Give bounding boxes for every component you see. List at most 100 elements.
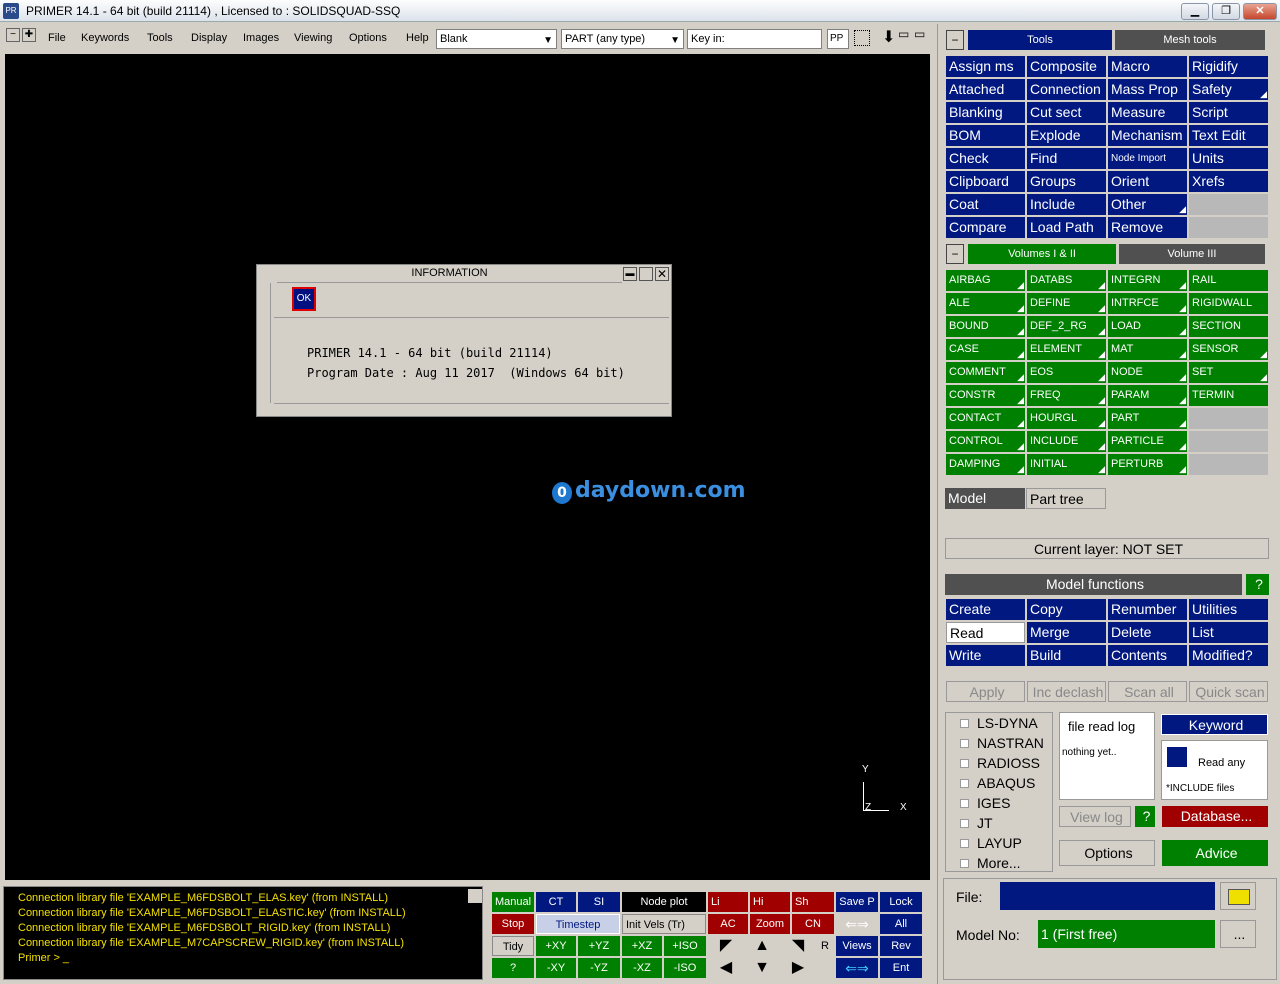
dialog-scroll-left[interactable] — [259, 283, 271, 403]
plus-xz-button[interactable]: +XZ — [622, 936, 662, 956]
action-scan-all[interactable]: Scan all — [1108, 681, 1187, 702]
kw-case[interactable]: CASE — [946, 339, 1025, 360]
cn-button[interactable]: CN — [792, 914, 834, 934]
mf-contents[interactable]: Contents — [1108, 645, 1187, 666]
tool-bom[interactable]: BOM — [946, 125, 1025, 146]
minus-yz-button[interactable]: -YZ — [578, 958, 620, 978]
pin-icon[interactable]: ⬇ — [882, 27, 895, 47]
plus-xy-button[interactable]: +XY — [536, 936, 576, 956]
close-button[interactable]: ✕ — [1243, 3, 1277, 20]
read-log-help-button[interactable]: ? — [1135, 806, 1155, 827]
tab-volume-3[interactable]: Volume III — [1119, 244, 1265, 264]
kw-param[interactable]: PARAM — [1108, 385, 1187, 406]
mf-create[interactable]: Create — [946, 599, 1025, 620]
kw-mat[interactable]: MAT — [1108, 339, 1187, 360]
format-abaqus[interactable]: ABAQUS — [960, 775, 1035, 791]
node-plot-button[interactable]: Node plot — [622, 892, 706, 912]
radio-icon[interactable] — [960, 819, 969, 828]
select-icon[interactable] — [854, 30, 870, 46]
tool-macro[interactable]: Macro — [1108, 56, 1187, 77]
tool-units[interactable]: Units — [1189, 148, 1268, 169]
tool-mechanism[interactable]: Mechanism — [1108, 125, 1187, 146]
kw-ale[interactable]: ALE — [946, 293, 1025, 314]
format-ls-dyna[interactable]: LS-DYNA — [960, 715, 1038, 731]
tools-collapse-icon[interactable]: − — [946, 30, 964, 50]
kw-define[interactable]: DEFINE — [1027, 293, 1106, 314]
action-inc-declash[interactable]: Inc declash — [1027, 681, 1106, 702]
read-any-toggle[interactable] — [1167, 747, 1187, 767]
tab-model[interactable]: Model — [945, 488, 1025, 509]
plus-yz-button[interactable]: +YZ — [578, 936, 620, 956]
radio-icon[interactable] — [960, 719, 969, 728]
menu-images[interactable]: Images — [243, 32, 279, 44]
menu-help[interactable]: Help — [406, 32, 429, 44]
menu-display[interactable]: Display — [191, 32, 227, 44]
kw-sensor[interactable]: SENSOR — [1189, 339, 1268, 360]
format-more-[interactable]: More... — [960, 855, 1021, 871]
tool-assign-ms[interactable]: Assign ms — [946, 56, 1025, 77]
kw-section[interactable]: SECTION — [1189, 316, 1268, 337]
mf-renumber[interactable]: Renumber — [1108, 599, 1187, 620]
tool-composite[interactable]: Composite — [1027, 56, 1106, 77]
ok-button[interactable]: OK — [292, 287, 316, 311]
kw-rigidwall[interactable]: RIGIDWALL — [1189, 293, 1268, 314]
tool-safety[interactable]: Safety — [1189, 79, 1268, 100]
kw-integrn[interactable]: INTEGRN — [1108, 270, 1187, 291]
kw-freq[interactable]: FREQ — [1027, 385, 1106, 406]
dialog-hscroll[interactable] — [274, 403, 669, 413]
minimize-panel-icon[interactable]: ▭ — [898, 27, 909, 41]
li-button[interactable]: Li — [708, 892, 748, 912]
kw-load[interactable]: LOAD — [1108, 316, 1187, 337]
radio-icon[interactable] — [960, 779, 969, 788]
tool-other[interactable]: Other — [1108, 194, 1187, 215]
dialog-maximize-icon[interactable] — [639, 267, 653, 281]
database-button[interactable]: Database... — [1162, 806, 1268, 827]
stop-button[interactable]: Stop — [492, 914, 534, 934]
format-layup[interactable]: LAYUP — [960, 835, 1022, 851]
mf-write[interactable]: Write — [946, 645, 1025, 666]
tool-orient[interactable]: Orient — [1108, 171, 1187, 192]
tool-cut-sect[interactable]: Cut sect — [1027, 102, 1106, 123]
tool-include[interactable]: Include — [1027, 194, 1106, 215]
kw-termin[interactable]: TERMIN — [1189, 385, 1268, 406]
menu-options[interactable]: Options — [349, 32, 387, 44]
tool-script[interactable]: Script — [1189, 102, 1268, 123]
radio-icon[interactable] — [960, 759, 969, 768]
radio-icon[interactable] — [960, 839, 969, 848]
options-button[interactable]: Options — [1059, 840, 1155, 866]
keywords-collapse-icon[interactable]: − — [946, 244, 964, 264]
kw-initial[interactable]: INITIAL — [1027, 454, 1106, 475]
format-iges[interactable]: IGES — [960, 795, 1010, 811]
kw-bound[interactable]: BOUND — [946, 316, 1025, 337]
kw-hourgl[interactable]: HOURGL — [1027, 408, 1106, 429]
kw-control[interactable]: CONTROL — [946, 431, 1025, 452]
save-p-button[interactable]: Save P — [836, 892, 878, 912]
kw-element[interactable]: ELEMENT — [1027, 339, 1106, 360]
tool-mass-prop[interactable]: Mass Prop — [1108, 79, 1187, 100]
kw-eos[interactable]: EOS — [1027, 362, 1106, 383]
console-prompt[interactable]: Primer > _ — [18, 952, 69, 964]
rotate-up-right-icon[interactable]: ◥ — [786, 936, 810, 956]
console-scroll-icon[interactable] — [468, 889, 482, 903]
views-button[interactable]: Views — [836, 936, 878, 956]
part-select[interactable]: PART (any type) ▼ — [561, 29, 684, 49]
lock-button[interactable]: Lock — [880, 892, 922, 912]
maximize-button[interactable]: ❐ — [1212, 3, 1240, 20]
kw-intrfce[interactable]: INTRFCE — [1108, 293, 1187, 314]
mf-copy[interactable]: Copy — [1027, 599, 1106, 620]
menu-keywords[interactable]: Keywords — [81, 32, 129, 44]
rev-button[interactable]: Rev — [880, 936, 922, 956]
radio-icon[interactable] — [960, 859, 969, 868]
model-functions-help-button[interactable]: ? — [1246, 574, 1269, 595]
tool-rigidify[interactable]: Rigidify — [1189, 56, 1268, 77]
menu-tools[interactable]: Tools — [147, 32, 173, 44]
mf-modified-[interactable]: Modified? — [1189, 645, 1268, 666]
kw-constr[interactable]: CONSTR — [946, 385, 1025, 406]
menu-viewing[interactable]: Viewing — [294, 32, 332, 44]
help-button[interactable]: ? — [492, 958, 534, 978]
minimize-button[interactable]: ▁ — [1181, 3, 1209, 20]
kw-particle[interactable]: PARTICLE — [1108, 431, 1187, 452]
init-vels-select[interactable]: Init Vels (Tr) — [622, 914, 706, 934]
tool-explode[interactable]: Explode — [1027, 125, 1106, 146]
advice-button[interactable]: Advice — [1162, 840, 1268, 866]
